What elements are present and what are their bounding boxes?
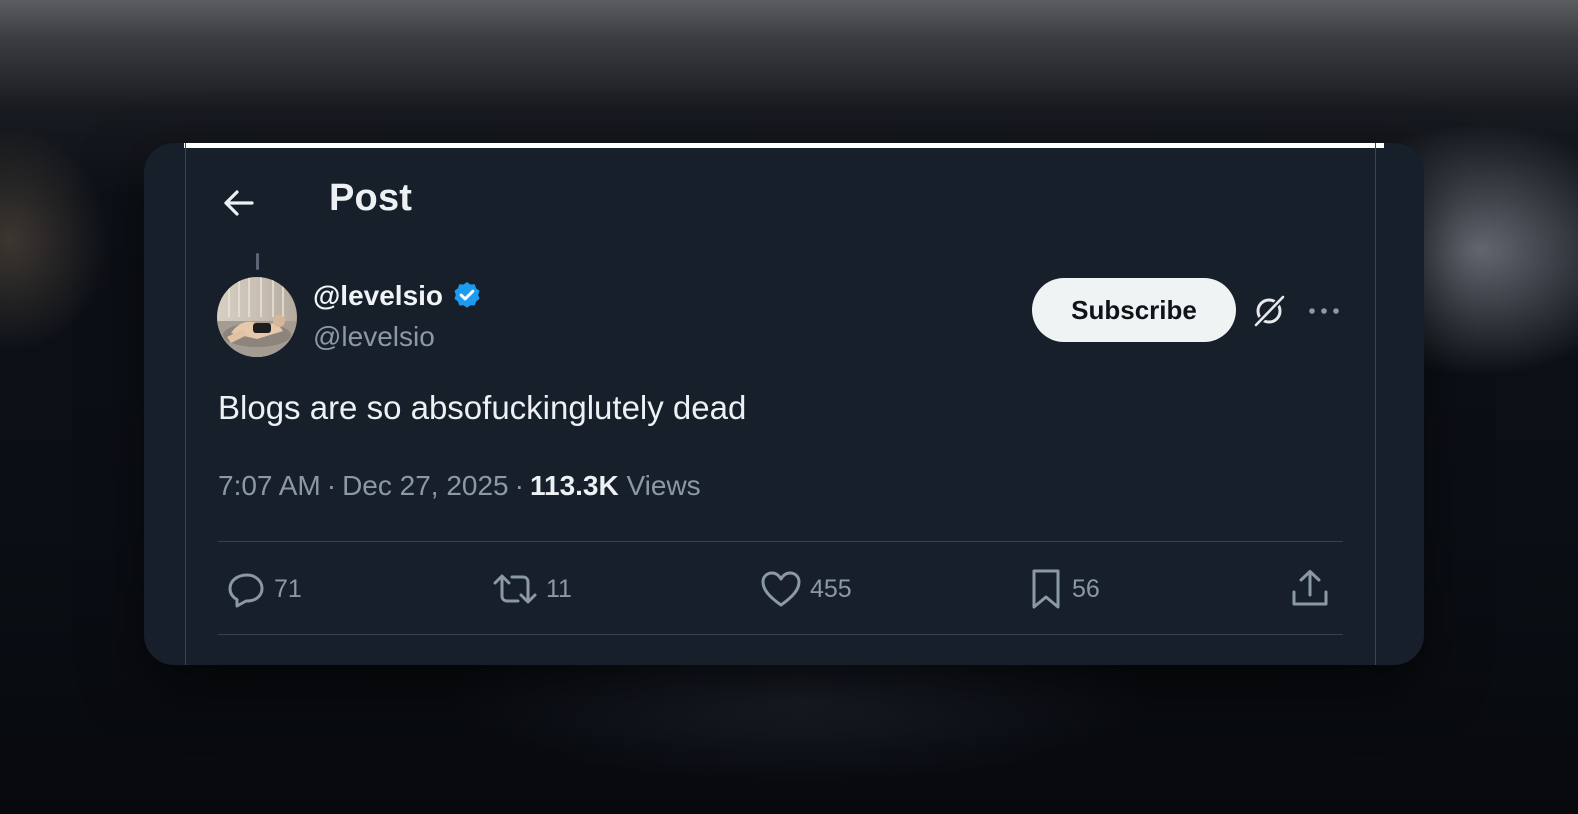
- tweet-time[interactable]: 7:07 AM: [218, 470, 321, 501]
- avatar[interactable]: [217, 277, 297, 357]
- reply-button[interactable]: 71: [226, 566, 302, 612]
- heart-icon: [761, 571, 801, 607]
- page-title: Post: [329, 177, 413, 219]
- meta-separator: ·: [326, 470, 337, 501]
- subscribe-button[interactable]: Subscribe: [1032, 278, 1236, 342]
- reply-icon: [228, 573, 264, 608]
- share-icon: [1292, 570, 1328, 606]
- back-button[interactable]: [214, 183, 262, 223]
- views-count[interactable]: 113.3K: [530, 470, 619, 501]
- tweet-text: Blogs are so absofuckinglutely dead: [218, 389, 747, 426]
- grok-icon: [1253, 294, 1286, 328]
- post-header: Post: [144, 171, 1424, 231]
- user-handle[interactable]: @levelsio: [313, 321, 435, 353]
- thread-connector: [256, 253, 259, 270]
- like-button[interactable]: 455: [760, 566, 852, 612]
- bookmark-button[interactable]: 56: [1028, 566, 1100, 612]
- meta-separator: ·: [514, 470, 524, 501]
- more-horizontal-icon: [1309, 308, 1339, 314]
- post-card: Post @levelsio @levelsio Subscribe Blogs…: [144, 143, 1424, 665]
- repost-icon: [493, 574, 537, 604]
- tweet-date[interactable]: Dec 27, 2025: [342, 470, 509, 501]
- bookmark-count: 56: [1072, 574, 1100, 603]
- card-top-edge: [184, 143, 1384, 148]
- display-name[interactable]: @levelsio: [313, 280, 443, 312]
- grok-button[interactable]: [1247, 289, 1291, 333]
- divider: [218, 634, 1343, 635]
- reply-count: 71: [274, 574, 302, 603]
- repost-button[interactable]: 11: [492, 566, 572, 612]
- arrow-left-icon: [224, 190, 254, 216]
- verified-badge-icon: [454, 282, 480, 308]
- divider: [218, 541, 1343, 542]
- tweet-meta: 7:07 AM · Dec 27, 2025 · 113.3K Views: [218, 470, 701, 502]
- share-button[interactable]: [1290, 566, 1330, 612]
- avatar-photo: [217, 277, 297, 357]
- repost-count: 11: [546, 574, 572, 603]
- more-options-button[interactable]: [1302, 289, 1346, 333]
- views-label: Views: [626, 470, 701, 501]
- bookmark-icon: [1032, 569, 1060, 609]
- like-count: 455: [810, 574, 852, 603]
- display-name-row: @levelsio: [313, 280, 483, 312]
